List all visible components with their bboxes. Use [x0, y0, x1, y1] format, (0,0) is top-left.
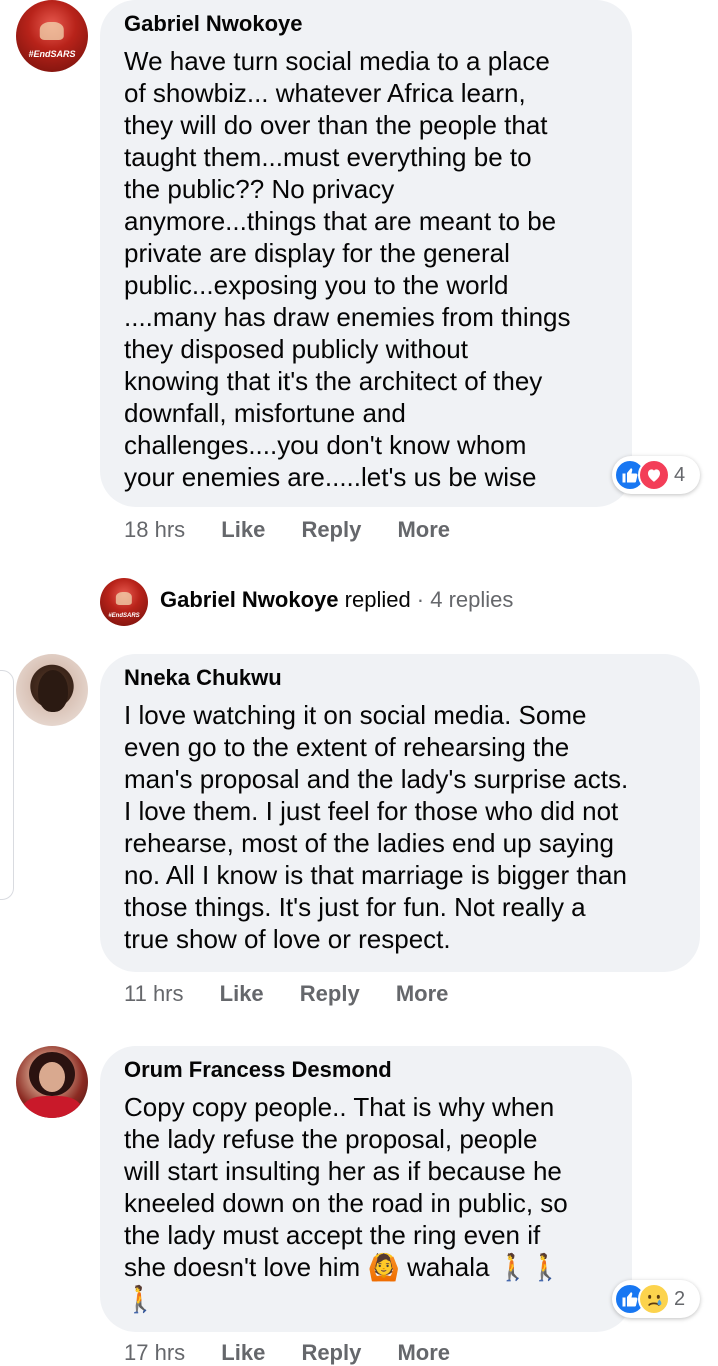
comment-text: I love watching it on social media. Some…: [124, 700, 629, 954]
reply-count: 4 replies: [430, 587, 514, 612]
avatar-emblem: [115, 592, 133, 605]
like-button[interactable]: Like: [221, 1340, 265, 1366]
reply-button[interactable]: Reply: [301, 517, 361, 543]
more-button[interactable]: More: [396, 981, 449, 1007]
reply-button[interactable]: Reply: [301, 1340, 361, 1366]
avatar-label: #EndSARS: [28, 49, 76, 60]
emoji-walk: 🚶: [529, 1252, 562, 1282]
more-button[interactable]: More: [397, 517, 450, 543]
more-button[interactable]: More: [397, 1340, 450, 1366]
comment-author[interactable]: Gabriel Nwokoye: [124, 10, 608, 38]
avatar-emblem: [39, 21, 65, 41]
comment-bubble: Nneka Chukwu I love watching it on socia…: [100, 654, 700, 972]
side-panel-edge: [0, 670, 14, 900]
avatar-label: #EndSARS: [108, 613, 140, 620]
view-replies-link[interactable]: Gabriel Nwokoye replied · 4 replies: [160, 587, 513, 613]
comment-time[interactable]: 18 hrs: [124, 517, 185, 543]
emoji-walk: 🚶: [124, 1284, 157, 1314]
emoji-walk: 🚶: [496, 1252, 530, 1282]
emoji-gesture: 🙆: [367, 1252, 400, 1282]
reaction-count: 2: [674, 1287, 686, 1310]
comment-text-word: wahala: [407, 1252, 490, 1282]
comment-time[interactable]: 11 hrs: [124, 981, 184, 1007]
comment-text: Copy copy people.. That is why when the …: [124, 1091, 608, 1315]
comment-actions: 17 hrs Like Reply More: [124, 1340, 450, 1366]
reaction-summary[interactable]: 2: [612, 1280, 700, 1318]
avatar[interactable]: [16, 1046, 88, 1118]
comment-bubble: Gabriel Nwokoye We have turn social medi…: [100, 0, 632, 507]
reaction-count: 4: [674, 463, 686, 486]
comment-text: We have turn social media to a place of …: [124, 46, 571, 492]
reaction-summary[interactable]: 4: [612, 456, 700, 494]
sad-icon: [638, 1283, 670, 1315]
avatar-face: [39, 1061, 65, 1093]
comment-author[interactable]: Orum Francess Desmond: [124, 1056, 608, 1084]
avatar[interactable]: [16, 654, 88, 726]
avatar-figure: [37, 669, 68, 712]
comment-bubble: Orum Francess Desmond Copy copy people..…: [100, 1046, 632, 1332]
like-button[interactable]: Like: [221, 517, 265, 543]
reply-separator: ·: [410, 587, 431, 612]
avatar-figure: [23, 1096, 81, 1118]
love-icon: [638, 459, 670, 491]
comment-author[interactable]: Nneka Chukwu: [124, 664, 676, 692]
avatar[interactable]: #EndSARS: [16, 0, 88, 72]
comment-actions: 11 hrs Like Reply More: [124, 981, 448, 1007]
comment-actions: 18 hrs Like Reply More: [124, 517, 450, 543]
reply-button[interactable]: Reply: [300, 981, 360, 1007]
comment-time[interactable]: 17 hrs: [124, 1340, 185, 1366]
like-button[interactable]: Like: [220, 981, 264, 1007]
reply-author: Gabriel Nwokoye: [160, 587, 339, 612]
reply-avatar[interactable]: #EndSARS: [100, 578, 148, 626]
reply-verb: replied: [344, 587, 411, 612]
